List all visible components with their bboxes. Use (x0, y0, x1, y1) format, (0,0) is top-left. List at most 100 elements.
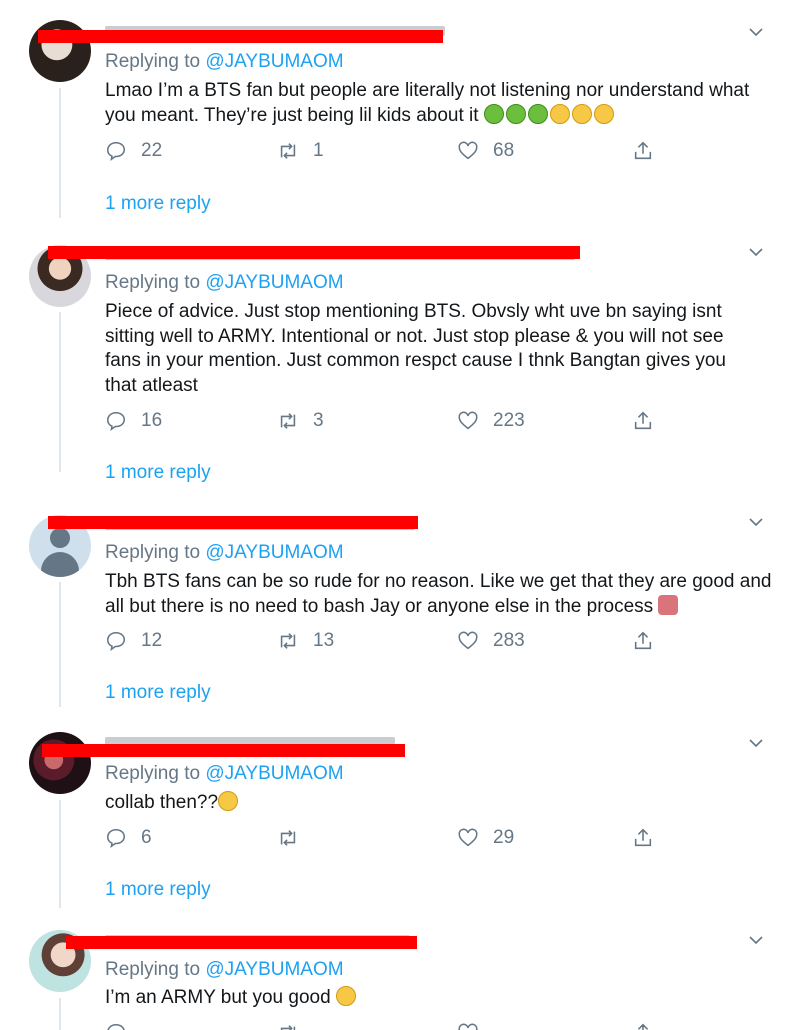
reply-handle-link[interactable]: @JAYBUMAOM (205, 51, 343, 72)
retweet-icon (280, 413, 296, 429)
kissing-face-icon (335, 986, 356, 1006)
nauseated-face-icon (527, 103, 548, 124)
nauseated-face-icon (483, 103, 504, 124)
chevron-down-icon[interactable] (748, 244, 764, 260)
reply-button[interactable]: 6 (105, 827, 152, 849)
tweet-text-content: I’m an ARMY but you good (105, 987, 331, 1008)
reply-handle-link[interactable]: @JAYBUMAOM (205, 763, 343, 784)
like-button[interactable] (457, 1022, 479, 1030)
retweet-button[interactable]: 13 (277, 630, 334, 652)
share-icon (637, 1023, 649, 1030)
tweet-5[interactable]: Replying to @JAYBUMAOM I’m an ARMY but y… (0, 920, 800, 1030)
retweet-icon (280, 1025, 296, 1030)
retweet-icon (280, 143, 296, 159)
redaction-bar (38, 30, 443, 43)
replying-to: Replying to @JAYBUMAOM (105, 763, 344, 785)
tweet-text: Lmao I’m a BTS fan but people are litera… (105, 79, 775, 128)
chevron-down-icon[interactable] (748, 514, 764, 530)
like-icon (458, 1023, 478, 1030)
retweet-button[interactable] (277, 827, 313, 849)
reply-icon (106, 631, 126, 652)
tweet-text-content: Lmao I’m a BTS fan but people are litera… (105, 80, 750, 126)
like-icon (458, 141, 478, 160)
person-facepalming-icon (658, 594, 679, 615)
like-count: 68 (493, 140, 515, 161)
share-button[interactable] (632, 827, 654, 849)
reply-icon (107, 1023, 125, 1030)
reply-count: 22 (141, 140, 163, 161)
replying-prefix: Replying to (105, 763, 201, 784)
avatar[interactable] (29, 732, 91, 794)
retweet-count: 13 (313, 630, 335, 651)
share-icon (634, 828, 652, 847)
tweet-2[interactable]: Replying to @JAYBUMAOM Piece of advice. … (0, 230, 800, 500)
thread-line (59, 998, 61, 1030)
retweet-button[interactable]: 1 (277, 140, 324, 162)
tweet-text: I’m an ARMY but you good (105, 986, 775, 1011)
reply-handle-link[interactable]: @JAYBUMAOM (205, 959, 343, 980)
like-button[interactable]: 68 (457, 140, 514, 162)
reply-button[interactable] (105, 1022, 127, 1030)
replying-prefix: Replying to (105, 51, 201, 72)
like-count: 223 (493, 410, 525, 431)
share-button[interactable] (632, 140, 654, 162)
more-replies-link[interactable]: 1 more reply (105, 462, 211, 484)
tweet-text-content: Piece of advice. Just stop mentioning BT… (105, 301, 726, 396)
reply-icon (106, 141, 126, 162)
tweet-text: Tbh BTS fans can be so rude for no reaso… (105, 570, 775, 619)
like-icon (458, 631, 478, 650)
reply-icon (106, 828, 126, 849)
thread-line (59, 582, 61, 707)
chevron-down-icon[interactable] (748, 735, 764, 751)
tweet-text: Piece of advice. Just stop mentioning BT… (105, 300, 755, 398)
more-replies-link[interactable]: 1 more reply (105, 193, 211, 215)
replying-prefix: Replying to (105, 542, 201, 563)
like-count: 29 (493, 827, 515, 848)
action-bar (105, 1022, 665, 1030)
tweet-4[interactable]: Replying to @JAYBUMAOM collab then?? 6 2… (0, 722, 800, 920)
reply-handle-link[interactable]: @JAYBUMAOM (205, 272, 343, 293)
reply-button[interactable]: 16 (105, 410, 162, 432)
reply-count: 6 (141, 827, 152, 848)
action-bar: 6 29 (105, 827, 665, 853)
retweet-count: 1 (313, 140, 324, 161)
thread-line (59, 312, 61, 472)
thread-line (59, 88, 61, 218)
tweet-text: collab then?? (105, 791, 775, 816)
default-avatar-head (50, 528, 70, 548)
vomiting-face-icon (549, 103, 570, 124)
reply-handle-link[interactable]: @JAYBUMAOM (205, 542, 343, 563)
share-button[interactable] (632, 410, 654, 432)
redaction-bar (66, 936, 417, 949)
more-replies-link[interactable]: 1 more reply (105, 879, 211, 901)
more-replies-link[interactable]: 1 more reply (105, 682, 211, 704)
like-button[interactable]: 223 (457, 410, 525, 432)
reply-icon (106, 411, 126, 432)
tweet-1[interactable]: Replying to @JAYBUMAOM Lmao I’m a BTS fa… (0, 0, 800, 230)
chevron-down-icon[interactable] (748, 24, 764, 40)
default-avatar-body (41, 552, 79, 577)
share-icon (634, 631, 652, 650)
retweet-button[interactable]: 3 (277, 410, 324, 432)
action-bar: 22 1 68 (105, 140, 665, 166)
grinning-squinting-face-icon (218, 791, 239, 811)
reply-button[interactable]: 22 (105, 140, 162, 162)
tweet-3[interactable]: Replying to @JAYBUMAOM Tbh BTS fans can … (0, 500, 800, 722)
redaction-bar (48, 516, 418, 529)
tweet-text-content: collab then?? (105, 792, 219, 813)
retweet-count: 3 (313, 410, 324, 431)
redaction-bar (42, 744, 405, 757)
thread-line (59, 800, 61, 908)
share-button[interactable] (632, 630, 654, 652)
replying-to: Replying to @JAYBUMAOM (105, 959, 344, 981)
replying-to: Replying to @JAYBUMAOM (105, 51, 344, 73)
retweet-button[interactable] (277, 1022, 299, 1030)
reply-button[interactable]: 12 (105, 630, 162, 652)
like-button[interactable]: 29 (457, 827, 514, 849)
chevron-down-icon[interactable] (748, 932, 764, 948)
share-button[interactable] (632, 1022, 654, 1030)
action-bar: 12 13 283 (105, 630, 665, 656)
nauseated-face-icon (505, 103, 526, 124)
vomiting-face-icon (571, 103, 592, 124)
like-button[interactable]: 283 (457, 630, 525, 652)
